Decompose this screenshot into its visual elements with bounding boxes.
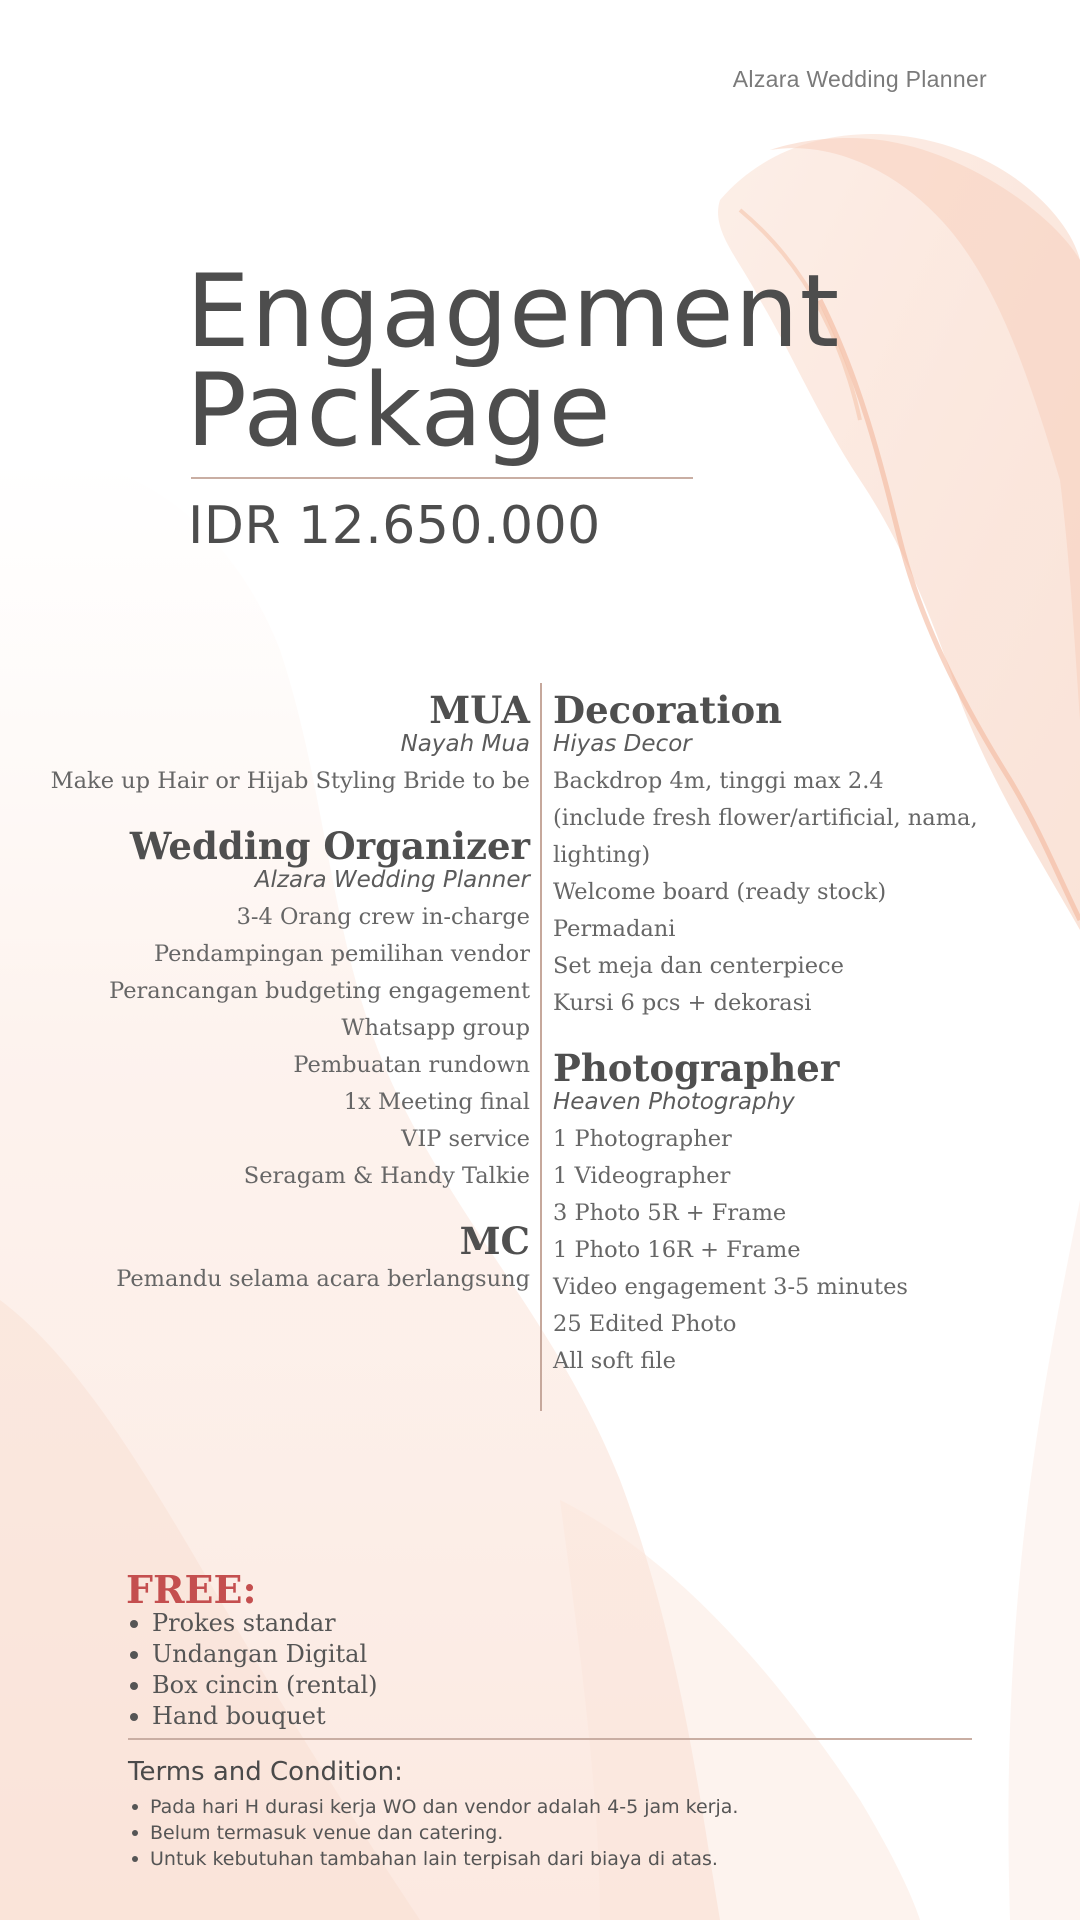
list-item: Box cincin (rental)	[126, 1670, 378, 1701]
section-title: MUA	[429, 688, 530, 732]
brand-name: Alzara Wedding Planner	[732, 66, 987, 92]
list-item-label: Hand bouquet	[152, 1702, 326, 1730]
list-item: (include fresh flower/artificial, nama,	[553, 805, 978, 831]
list-item: Seragam & Handy Talkie	[243, 1163, 530, 1189]
bullet-icon	[130, 1650, 138, 1659]
section-wedding-organizer: Wedding Organizer Alzara Wedding Planner…	[51, 826, 530, 1195]
list-item-label: Undangan Digital	[152, 1640, 368, 1668]
right-column: Decoration Hiyas Decor Backdrop 4m, ting…	[553, 690, 978, 1380]
section-title: Wedding Organizer	[129, 824, 530, 868]
list-item: Pemandu selama acara berlangsung	[116, 1266, 530, 1292]
section-mua: MUA Nayah Mua Make up Hair or Hijab Styl…	[51, 690, 530, 800]
section-title: Photographer	[553, 1046, 840, 1090]
list-item: 25 Edited Photo	[553, 1311, 737, 1337]
list-item: Prokes standar	[126, 1608, 378, 1639]
list-item: Pada hari H durasi kerja WO dan vendor a…	[128, 1794, 738, 1820]
list-item: 1 Photo 16R + Frame	[553, 1237, 801, 1263]
list-item: Make up Hair or Hijab Styling Bride to b…	[50, 768, 530, 794]
bullet-icon	[132, 1856, 138, 1862]
list-item: Welcome board (ready stock)	[553, 879, 887, 905]
list-item: 1 Videographer	[553, 1163, 731, 1189]
terms-section: Terms and Condition: Pada hari H durasi …	[128, 1756, 738, 1872]
bullet-icon	[130, 1712, 138, 1721]
vendor-name: Heaven Photography	[553, 1089, 795, 1115]
free-section: FREE: Prokes standar Undangan Digital Bo…	[126, 1568, 378, 1732]
section-photographer: Photographer Heaven Photography 1 Photog…	[553, 1048, 978, 1380]
list-item: 3-4 Orang crew in-charge	[236, 904, 530, 930]
list-item: VIP service	[401, 1126, 530, 1152]
left-column: MUA Nayah Mua Make up Hair or Hijab Styl…	[51, 690, 530, 1298]
bullet-icon	[130, 1681, 138, 1690]
bullet-icon	[132, 1804, 138, 1810]
list-item: Kursi 6 pcs + dekorasi	[553, 990, 812, 1016]
terms-divider	[128, 1738, 972, 1740]
list-item: Perancangan budgeting engagement	[109, 978, 530, 1004]
terms-title: Terms and Condition:	[128, 1757, 403, 1787]
list-item-label: Box cincin (rental)	[152, 1671, 378, 1699]
section-title: Decoration	[553, 688, 783, 732]
list-item: Video engagement 3-5 minutes	[553, 1274, 908, 1300]
title-divider	[191, 477, 693, 479]
list-item: 1 Photographer	[553, 1126, 732, 1152]
package-price: IDR 12.650.000	[188, 496, 601, 556]
section-title: MC	[459, 1219, 530, 1263]
list-item: Hand bouquet	[126, 1701, 378, 1732]
list-item-label: Pada hari H durasi kerja WO dan vendor a…	[150, 1796, 739, 1818]
list-item: Undangan Digital	[126, 1639, 378, 1670]
list-item-label: Untuk kebutuhan tambahan lain terpisah d…	[150, 1848, 718, 1870]
vendor-name: Alzara Wedding Planner	[254, 867, 530, 893]
list-item: lighting)	[553, 842, 651, 868]
list-item: Whatsapp group	[341, 1015, 530, 1041]
list-item: Backdrop 4m, tinggi max 2.4	[553, 768, 884, 794]
list-item: Permadani	[553, 916, 676, 942]
section-mc: MC Pemandu selama acara berlangsung	[51, 1221, 530, 1298]
list-item: Set meja dan centerpiece	[553, 953, 844, 979]
column-divider	[540, 683, 542, 1411]
section-decoration: Decoration Hiyas Decor Backdrop 4m, ting…	[553, 690, 978, 1022]
package-title-line-2: Package	[186, 351, 612, 469]
list-item-label: Prokes standar	[152, 1609, 336, 1637]
terms-list: Pada hari H durasi kerja WO dan vendor a…	[128, 1794, 738, 1872]
free-list: Prokes standar Undangan Digital Box cinc…	[126, 1608, 378, 1732]
list-item: Untuk kebutuhan tambahan lain terpisah d…	[128, 1846, 738, 1872]
bullet-icon	[130, 1619, 138, 1628]
free-title: FREE:	[126, 1567, 257, 1612]
list-item: Pendampingan pemilihan vendor	[153, 941, 530, 967]
vendor-name: Nayah Mua	[400, 731, 530, 757]
list-item: Belum termasuk venue dan catering.	[128, 1820, 738, 1846]
list-item: Pembuatan rundown	[293, 1052, 530, 1078]
package-title: Engagement Package	[186, 252, 841, 469]
list-item: All soft file	[553, 1348, 676, 1374]
list-item: 3 Photo 5R + Frame	[553, 1200, 787, 1226]
bullet-icon	[132, 1830, 138, 1836]
list-item-label: Belum termasuk venue dan catering.	[150, 1822, 504, 1844]
list-item: 1x Meeting final	[343, 1089, 530, 1115]
vendor-name: Hiyas Decor	[553, 731, 692, 757]
package-title-line-1: Engagement	[186, 252, 841, 370]
